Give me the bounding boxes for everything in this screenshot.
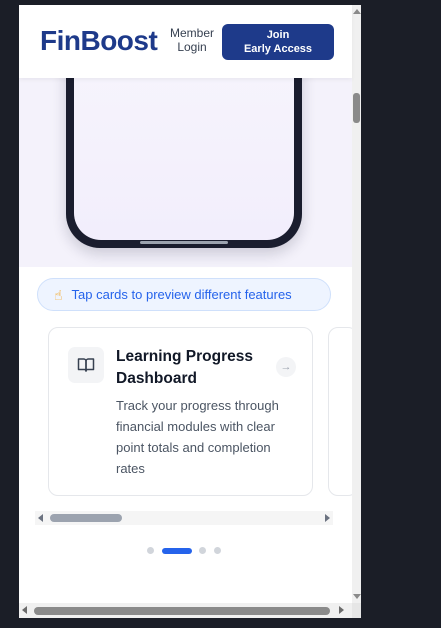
hint-text: Tap cards to preview different features <box>71 287 292 302</box>
card-title: Learning Progress Dashboard <box>116 348 253 387</box>
scroll-right-arrow-icon[interactable] <box>325 514 330 522</box>
carousel-dot-4[interactable] <box>214 547 221 554</box>
join-button-line1: Join <box>266 29 290 41</box>
scrollbar-corner <box>352 603 361 618</box>
scroll-left-arrow-icon[interactable] <box>38 514 43 522</box>
member-login-line2: Login <box>177 40 207 54</box>
feature-card-learning-progress[interactable]: Learning Progress Dashboard → Track your… <box>48 327 313 496</box>
window-vertical-scrollbar[interactable] <box>352 5 361 603</box>
finboost-logo[interactable]: FinBoost <box>40 24 158 58</box>
tap-cards-hint: ☝ Tap cards to preview different feature… <box>37 278 331 311</box>
window-horizontal-scrollbar[interactable] <box>19 603 352 618</box>
site-header: FinBoost Member Login Join Early Access <box>19 5 352 78</box>
horizontal-scroll-thumb[interactable] <box>34 607 330 615</box>
card-description: Track your progress through financial mo… <box>116 398 279 476</box>
carousel-dot-3[interactable] <box>199 547 206 554</box>
scroll-up-arrow-icon[interactable] <box>353 9 361 14</box>
member-login-line1: Member <box>169 26 214 40</box>
window-scroll-right-arrow-icon[interactable] <box>339 606 344 614</box>
page-background: FinBoost Member Login Join Early Access … <box>19 5 358 603</box>
vertical-scroll-thumb[interactable] <box>353 93 360 123</box>
phone-home-indicator <box>140 241 228 244</box>
window-scroll-left-arrow-icon[interactable] <box>22 606 27 614</box>
carousel-dot-1[interactable] <box>147 547 154 554</box>
member-login-link[interactable]: Member Login <box>167 26 217 54</box>
carousel-dot-2-active[interactable] <box>162 548 192 554</box>
join-button-line2: Early Access <box>243 43 313 55</box>
arrow-right-icon[interactable]: → <box>276 357 296 377</box>
pointing-hand-icon: ☝ <box>54 286 63 303</box>
browser-viewport: FinBoost Member Login Join Early Access … <box>19 5 361 618</box>
join-early-access-button[interactable]: Join Early Access <box>222 24 334 60</box>
carousel-scroll-thumb[interactable] <box>50 514 122 522</box>
scroll-down-arrow-icon[interactable] <box>353 594 361 599</box>
carousel-scrollbar[interactable] <box>35 511 333 525</box>
open-book-icon <box>68 347 104 383</box>
